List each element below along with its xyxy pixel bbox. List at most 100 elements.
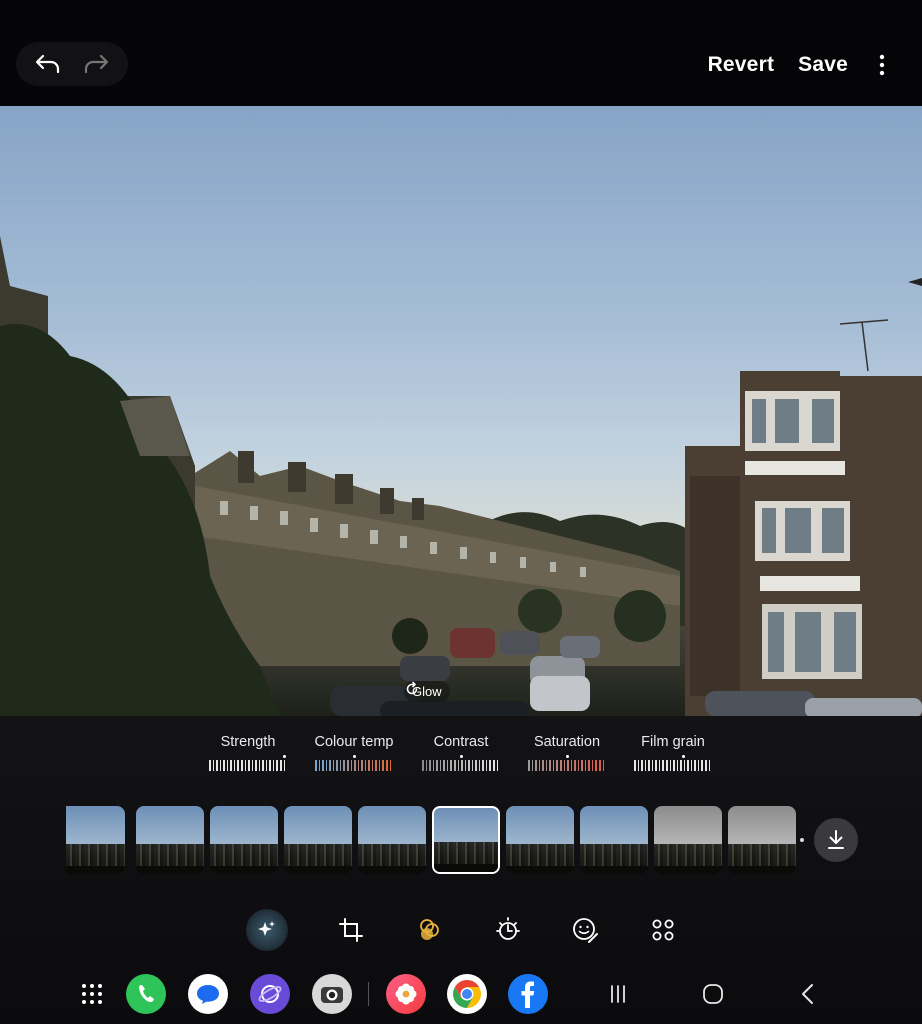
auto-enhance-tool[interactable] <box>246 909 288 951</box>
crop-rotate-tool[interactable] <box>330 909 372 951</box>
filter-thumbnail[interactable] <box>506 806 574 874</box>
slider-tick <box>322 760 324 771</box>
film-grain-label: Film grain <box>641 734 705 750</box>
thumbnail-ground <box>136 866 204 874</box>
strength-ticks[interactable] <box>209 755 287 771</box>
home-nav-button[interactable] <box>699 980 727 1008</box>
thumbnail-houses <box>728 844 796 866</box>
slider-tick <box>450 760 452 771</box>
film-grain-ticks[interactable] <box>634 755 712 771</box>
slider-tick <box>552 760 555 771</box>
thumbnail-ground <box>284 866 352 874</box>
recents-nav-icon <box>611 985 625 1003</box>
thumbnail-houses <box>654 844 722 866</box>
camera-app[interactable] <box>312 974 352 1014</box>
brightness-tool[interactable] <box>487 909 529 951</box>
slider-tick <box>644 760 647 771</box>
filter-thumbnail[interactable] <box>580 806 648 874</box>
slider-tick <box>549 760 551 771</box>
taskbar <box>0 966 922 1024</box>
thumbnail-houses <box>210 844 278 866</box>
gallery-app-icon <box>395 983 417 1005</box>
undo-button[interactable] <box>28 44 68 84</box>
top-bar: Revert Save <box>0 0 922 106</box>
slider-tick <box>591 760 594 771</box>
contrast-slider[interactable]: Contrast <box>411 734 511 771</box>
filter-thumbnail[interactable] <box>728 806 796 874</box>
saturation-ticks[interactable] <box>528 755 606 771</box>
slider-tick <box>708 760 711 771</box>
slider-tick <box>368 760 370 771</box>
slider-tick <box>493 760 495 771</box>
slider-tick <box>683 760 686 771</box>
slider-tick <box>283 760 286 771</box>
slider-tick <box>588 760 590 771</box>
slider-tick <box>364 760 367 771</box>
download-icon <box>828 830 844 849</box>
reset-filter-icon[interactable] <box>404 681 420 697</box>
internet-app-icon <box>258 985 282 1003</box>
slider-tick <box>325 760 328 771</box>
slider-tick <box>542 760 544 771</box>
filters-tool[interactable] <box>408 909 450 951</box>
film-grain-slider[interactable]: Film grain <box>623 734 723 771</box>
sticker-decorate-icon <box>573 918 598 943</box>
app-drawer-button[interactable] <box>72 974 112 1014</box>
saturation-slider[interactable]: Saturation <box>517 734 617 771</box>
download-filters-button[interactable] <box>814 818 858 862</box>
slider-tick <box>339 760 342 771</box>
slider-tick <box>386 760 388 771</box>
contrast-ticks[interactable] <box>422 755 500 771</box>
slider-tick <box>559 760 562 771</box>
thumbnail-houses <box>136 844 204 866</box>
sticker-tool[interactable] <box>564 909 606 951</box>
slider-tick <box>634 760 636 771</box>
revert-button[interactable]: Revert <box>708 53 775 77</box>
internet-app[interactable] <box>250 974 290 1014</box>
chrome-app[interactable] <box>447 974 487 1014</box>
more-tools[interactable] <box>642 909 684 951</box>
slider-tick <box>346 760 349 771</box>
slider-tick <box>662 760 664 771</box>
slider-tick <box>429 760 431 771</box>
phone-app-icon <box>139 985 154 1002</box>
slider-tick <box>577 760 580 771</box>
slider-tick <box>563 760 566 771</box>
filter-thumbnail[interactable] <box>284 806 352 874</box>
filter-thumbnail[interactable] <box>66 806 125 874</box>
facebook-app[interactable] <box>508 974 548 1014</box>
slider-tick <box>641 760 643 771</box>
slider-tick <box>248 760 250 771</box>
phone-app[interactable] <box>126 974 166 1014</box>
save-button[interactable]: Save <box>798 53 848 77</box>
slider-tick <box>701 760 704 771</box>
slider-tick <box>265 760 268 771</box>
strength-slider[interactable]: Strength <box>198 734 298 771</box>
strength-label: Strength <box>220 734 276 750</box>
colour-temp-slider[interactable]: Colour temp <box>304 734 404 771</box>
photo-canvas[interactable]: Glow <box>0 106 922 716</box>
back-nav-button[interactable] <box>794 980 822 1008</box>
slider-tick <box>655 760 657 771</box>
back-nav-icon <box>802 984 813 1004</box>
filter-thumbnail[interactable] <box>136 806 204 874</box>
messages-app[interactable] <box>188 974 228 1014</box>
slider-tick <box>446 760 449 771</box>
colour-temp-ticks[interactable] <box>315 755 393 771</box>
slider-tick <box>439 760 442 771</box>
taskbar-divider <box>368 982 369 1006</box>
slider-tick <box>350 760 353 771</box>
filter-thumbnail[interactable] <box>654 806 722 874</box>
adjustment-sliders: Strength Colour temp Contrast Saturation… <box>0 716 922 786</box>
filter-thumbnail[interactable] <box>210 806 278 874</box>
slider-tick <box>258 760 261 771</box>
filter-thumbnail[interactable] <box>432 806 500 874</box>
filter-thumbnail[interactable] <box>358 806 426 874</box>
recents-nav-button[interactable] <box>604 980 632 1008</box>
gallery-app[interactable] <box>386 974 426 1014</box>
more-options-button[interactable] <box>872 50 892 80</box>
auto-enhance-icon <box>258 921 275 936</box>
redo-button[interactable] <box>76 44 116 84</box>
filter-thumbnails <box>66 806 806 874</box>
slider-tick <box>556 760 558 771</box>
